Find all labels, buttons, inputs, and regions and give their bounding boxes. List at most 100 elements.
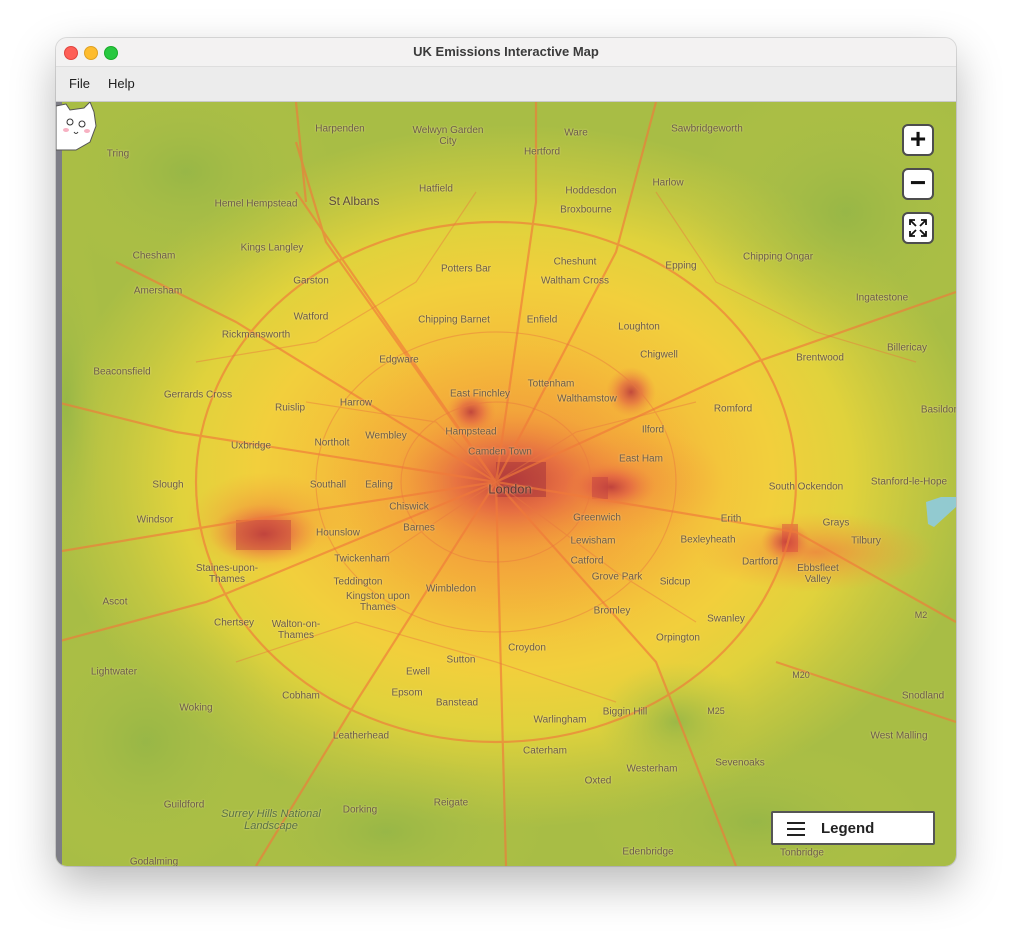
place-label: Biggin Hill xyxy=(602,706,648,718)
place-label: Camden Town xyxy=(468,446,532,458)
place-label: Wimbledon xyxy=(425,583,477,595)
emissions-map[interactable]: Harpenden Welwyn Garden City Ware Sawbri… xyxy=(56,102,956,866)
zoom-in-button[interactable]: + xyxy=(902,124,934,156)
place-label: Oxted xyxy=(584,775,612,787)
place-label: Bexleyheath xyxy=(680,534,736,546)
map-left-edge xyxy=(56,102,62,866)
place-label: Hemel Hempstead xyxy=(214,198,298,210)
place-label: Snodland xyxy=(901,690,945,702)
place-label: Guildford xyxy=(163,799,205,811)
place-label-national-park: Surrey Hills National Landscape xyxy=(221,808,321,832)
place-label: Ilford xyxy=(641,424,665,436)
place-label: Godalming xyxy=(129,856,179,867)
place-label: Stanford-le-Hope xyxy=(870,476,948,488)
place-label: Edenbridge xyxy=(622,846,674,858)
place-label: Northolt xyxy=(314,437,350,449)
place-label: Harpenden xyxy=(315,123,365,135)
place-label: Barnes xyxy=(403,522,435,534)
place-label: Chesham xyxy=(132,250,176,262)
place-label: Gerrards Cross xyxy=(163,389,233,401)
place-label: Ebbsfleet Valley xyxy=(797,563,839,585)
place-label: Southall xyxy=(309,479,347,491)
place-label: Grays xyxy=(822,517,850,529)
place-label: Hampstead xyxy=(445,426,497,438)
place-label: Orpington xyxy=(656,632,700,644)
place-label: Potters Bar xyxy=(440,263,492,275)
place-label: Warlingham xyxy=(533,714,587,726)
place-label: Tottenham xyxy=(527,378,575,390)
place-label: Westerham xyxy=(626,763,678,775)
app-window: UK Emissions Interactive Map File Help H… xyxy=(56,38,956,866)
place-label: Chiswick xyxy=(389,501,429,513)
place-label: Woking xyxy=(179,702,213,714)
place-label: Swanley xyxy=(707,613,745,625)
place-label: Chipping Barnet xyxy=(418,314,490,326)
place-label: Hatfield xyxy=(419,183,453,195)
place-label: Tonbridge xyxy=(780,847,824,859)
place-label: Ware xyxy=(564,127,588,139)
place-label: Chipping Ongar xyxy=(742,251,814,263)
place-label: Lewisham xyxy=(570,535,616,547)
place-label: Slough xyxy=(152,479,184,491)
place-label: East Finchley xyxy=(449,388,511,400)
place-label: West Malling xyxy=(870,730,928,742)
place-label: Teddington xyxy=(333,576,383,588)
place-label: Dorking xyxy=(342,804,378,816)
place-label: Enfield xyxy=(526,314,558,326)
place-label: Chertsey xyxy=(213,617,255,629)
place-label: Grove Park xyxy=(591,571,643,583)
place-label: Ruislip xyxy=(274,402,306,414)
place-label: Walton-on-Thames xyxy=(271,619,321,641)
road-label: M2 xyxy=(914,610,928,620)
place-label: Hoddesdon xyxy=(565,185,617,197)
place-label: South Ockendon xyxy=(768,481,844,493)
place-label: Harrow xyxy=(339,397,373,409)
expand-icon xyxy=(909,219,927,237)
place-label: Harlow xyxy=(652,177,684,189)
legend-label: Legend xyxy=(821,820,875,837)
place-label: Catford xyxy=(570,555,604,567)
place-label: East Ham xyxy=(619,453,663,465)
menu-bar: File Help xyxy=(56,67,956,102)
place-label: Sawbridgeworth xyxy=(671,123,743,135)
place-label: Caterham xyxy=(523,745,567,757)
cat-mascot-icon xyxy=(56,102,97,151)
place-label: Beaconsfield xyxy=(93,366,151,378)
menu-help[interactable]: Help xyxy=(108,76,135,91)
place-label: Billericay xyxy=(886,342,928,354)
place-label: Leatherhead xyxy=(332,730,390,742)
place-label: Bromley xyxy=(593,605,631,617)
zoom-out-button[interactable]: − xyxy=(902,168,934,200)
place-label: Twickenham xyxy=(334,553,390,565)
place-label: Wembley xyxy=(365,430,407,442)
place-label: Edgware xyxy=(379,354,419,366)
place-label: Kingston upon Thames xyxy=(346,591,410,613)
place-label: Lightwater xyxy=(90,666,138,678)
place-label: Reigate xyxy=(433,797,469,809)
place-label: Epping xyxy=(665,260,697,272)
place-label: Uxbridge xyxy=(230,440,272,452)
place-label: Welwyn Garden City xyxy=(412,125,484,147)
place-label: Croydon xyxy=(508,642,546,654)
title-bar: UK Emissions Interactive Map xyxy=(56,38,956,67)
place-label: Epsom xyxy=(391,687,423,699)
menu-file[interactable]: File xyxy=(69,76,90,91)
road-label: M20 xyxy=(792,670,810,680)
place-label: Loughton xyxy=(618,321,660,333)
fullscreen-button[interactable] xyxy=(902,212,934,244)
place-label: Walthamstow xyxy=(557,393,617,405)
place-label: Garston xyxy=(293,275,329,287)
window-title: UK Emissions Interactive Map xyxy=(413,44,599,59)
place-label: Tilbury xyxy=(851,535,881,547)
legend-button[interactable]: Legend xyxy=(771,811,935,845)
place-label: Ingatestone xyxy=(855,292,909,304)
place-label: Broxbourne xyxy=(560,204,612,216)
place-label: Cobham xyxy=(282,690,320,702)
place-label: Romford xyxy=(713,403,753,415)
place-label: Hertford xyxy=(523,146,561,158)
hamburger-icon xyxy=(787,822,805,836)
place-label: Basildon xyxy=(920,404,956,416)
place-label: Kings Langley xyxy=(240,242,304,254)
place-label: St Albans xyxy=(328,194,380,208)
place-label: Cheshunt xyxy=(553,256,597,268)
